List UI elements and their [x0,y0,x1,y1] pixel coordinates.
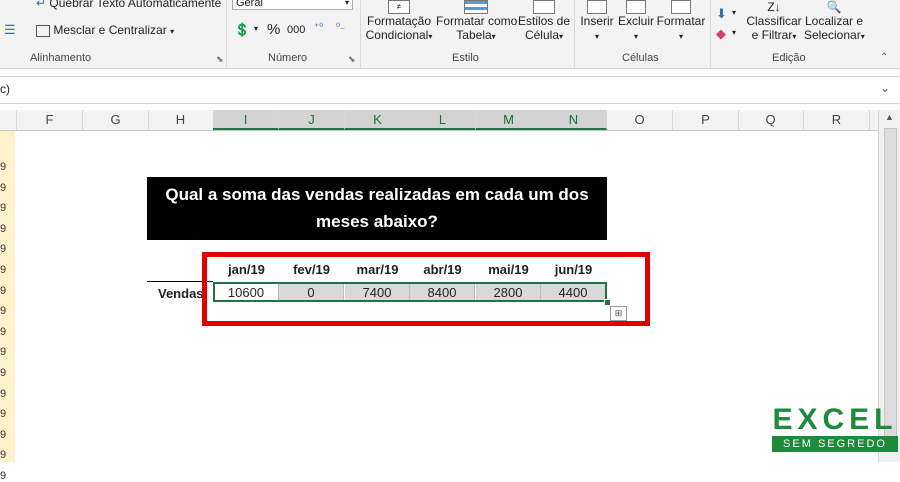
alignment-launcher-icon[interactable]: ⬊ [216,54,224,65]
find-icon: 🔍 [826,0,842,14]
row-number[interactable]: 9 [0,346,15,358]
number-group-label: Número [268,52,308,64]
highlight-frame [202,252,650,326]
logo-subtitle: SEM SEGREDO [772,436,898,452]
row-number[interactable]: 9 [0,182,15,194]
column-header-o[interactable]: O [607,110,673,130]
logo-text: EXCEL [772,403,898,436]
chevron-down-icon: ▾ [559,32,564,41]
row-number[interactable]: 9 [0,305,15,317]
editing-group-label: Edição [772,52,806,64]
row-number[interactable]: 9 [0,367,15,379]
conditional-formatting-button[interactable]: ≠ Formatação Condicional▾ [364,0,434,42]
chevron-down-icon: ▾ [860,32,865,41]
increase-decimal-icon[interactable]: ⁺⁰ [314,22,323,33]
insert-cells-icon [587,0,607,14]
column-header-r[interactable]: R [804,110,870,130]
logo: EXCEL SEM SEGREDO [772,404,898,452]
delete-button[interactable]: Excluir ▾ [618,0,654,42]
chevron-down-icon: ▾ [678,32,683,41]
clear-icon[interactable]: ◆ [716,26,726,42]
chevron-down-icon: ▾ [792,32,797,41]
row-number[interactable]: 9 [0,408,15,420]
row-number[interactable]: 9 [0,429,15,441]
scroll-up-icon[interactable]: ▲ [885,112,894,122]
row-number[interactable]: 9 [0,243,15,255]
chevron-down-icon: ▾ [491,32,496,41]
format-button[interactable]: Formatar ▾ [656,0,706,42]
fill-icon[interactable]: ⬇ [716,6,727,22]
column-header-q[interactable]: Q [738,110,804,130]
chevron-down-icon: ▾ [594,32,599,41]
number-format-select[interactable]: Geral ▾ [232,0,353,10]
sort-filter-icon: Z↓ [767,0,781,14]
format-cells-icon [671,0,691,14]
row-number[interactable]: 9 [0,326,15,338]
column-header-p[interactable]: P [673,110,739,130]
column-header-h[interactable]: H [148,110,214,130]
row-number[interactable]: 9 [0,202,15,214]
merge-center-button[interactable]: Mesclar e Centralizar ▾ [36,23,174,37]
delete-cells-icon [626,0,646,14]
column-header-g[interactable]: G [83,110,149,130]
cells-group-label: Células [622,52,659,64]
thousands-button[interactable]: 000 [287,24,305,36]
percent-button[interactable]: % [267,21,280,38]
cell-styles-button[interactable]: Estilos de Célula▾ [516,0,572,42]
formula-bar[interactable]: c) ⌄ [0,76,900,104]
insert-button[interactable]: Inserir ▾ [578,0,616,42]
decrease-decimal-icon[interactable]: ⁰₋ [336,22,345,33]
sales-row-label: Vendas [158,286,204,301]
column-header-m[interactable]: M [476,110,542,130]
row-number[interactable]: 9 [0,449,15,461]
column-header-k[interactable]: K [345,110,411,130]
group-separator [710,0,711,68]
currency-icon[interactable]: 💲 [234,22,250,38]
group-separator [360,0,361,68]
column-header-partial[interactable] [0,110,17,130]
find-select-button[interactable]: 🔍 Localizar e Selecionar▾ [804,0,865,42]
number-launcher-icon[interactable]: ⬊ [348,54,356,65]
conditional-formatting-icon: ≠ [388,0,410,14]
column-header-j[interactable]: J [279,110,345,130]
question-banner: Qual a soma das vendas realizadas em cad… [147,177,607,240]
row-number[interactable]: 9 [0,223,15,235]
row-header-strip: 9 9 9 9 9 9 9 9 9 9 9 9 9 9 9 9 [0,131,15,482]
cell-styles-icon [533,0,555,14]
row-number[interactable]: 9 [0,470,15,482]
chevron-down-icon: ▾ [344,0,349,7]
collapse-ribbon-icon[interactable]: ⌃ [880,52,888,63]
column-header-i[interactable]: I [213,110,279,130]
chevron-down-icon[interactable]: ▾ [732,28,736,37]
chevron-down-icon[interactable]: ▾ [732,8,736,17]
chevron-down-icon: ▾ [428,32,433,41]
format-as-table-button[interactable]: Formatar como Tabela▾ [436,0,517,42]
group-separator [574,0,575,68]
table-icon [464,0,488,14]
indent-icon[interactable]: ☰ [4,22,16,38]
wrap-text-button[interactable]: ↵ Quebrar Texto Automaticamente [36,0,221,10]
merge-icon [36,24,50,37]
column-headers: FGHIJKLMNOPQR [0,110,880,131]
alignment-group-label: Alinhamento [30,52,92,64]
column-header-f[interactable]: F [17,110,83,130]
group-separator [226,0,227,68]
row-number[interactable]: 9 [0,285,15,297]
sort-filter-button[interactable]: Z↓ Classificar e Filtrar▾ [746,0,802,42]
chevron-down-icon: ▾ [633,32,638,41]
row-number[interactable]: 9 [0,161,15,173]
ribbon: ☰ ↵ Quebrar Texto Automaticamente Mescla… [0,0,900,69]
scroll-thumb[interactable] [884,128,897,450]
wrap-text-icon: ↵ [36,0,47,10]
row-number[interactable]: 9 [0,264,15,276]
chevron-down-icon: ▾ [170,27,175,36]
formula-content: c) [0,82,10,96]
chevron-down-icon[interactable]: ▾ [254,24,258,33]
row-number[interactable]: 9 [0,388,15,400]
styles-group-label: Estilo [452,52,479,64]
expand-formula-icon[interactable]: ⌄ [880,81,890,95]
column-header-n[interactable]: N [541,110,607,130]
column-header-l[interactable]: L [410,110,476,130]
